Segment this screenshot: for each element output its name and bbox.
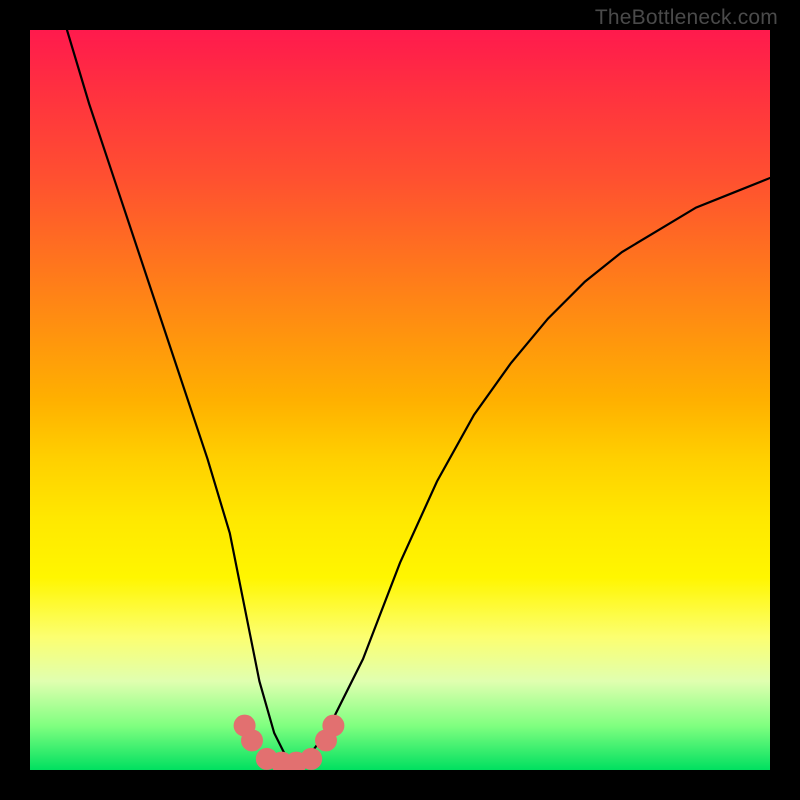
plot-area (30, 30, 770, 770)
highlight-dot (241, 729, 263, 751)
bottleneck-curve (67, 30, 770, 763)
highlight-dots (234, 715, 345, 770)
highlight-dot (322, 715, 344, 737)
curve-layer (30, 30, 770, 770)
watermark-text: TheBottleneck.com (595, 6, 778, 30)
chart-frame: TheBottleneck.com (0, 0, 800, 800)
highlight-dot (300, 748, 322, 770)
